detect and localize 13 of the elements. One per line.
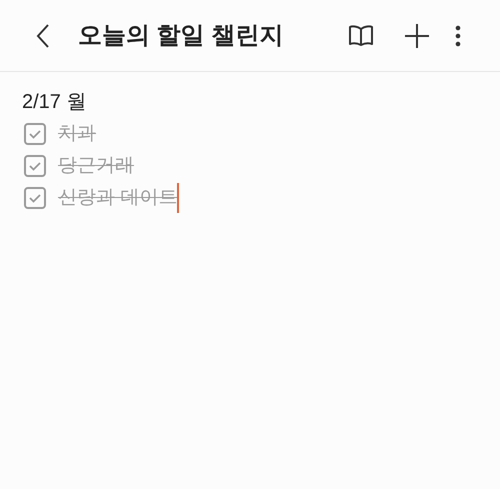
page-title: 오늘의 할일 챌린지 bbox=[78, 20, 284, 50]
more-icon[interactable] bbox=[454, 24, 462, 48]
checkbox[interactable] bbox=[24, 123, 46, 145]
task-text: 당근거래 bbox=[58, 154, 134, 178]
checkbox[interactable] bbox=[24, 155, 46, 177]
check-icon bbox=[29, 130, 41, 138]
add-icon[interactable] bbox=[404, 22, 430, 48]
checkbox[interactable] bbox=[24, 187, 46, 209]
check-icon bbox=[29, 162, 41, 170]
task-text: 치과 bbox=[58, 122, 96, 146]
task-text: 신랑과 데이트 bbox=[58, 186, 178, 210]
date-heading: 2/17 월 bbox=[22, 90, 86, 115]
check-icon bbox=[29, 194, 41, 202]
